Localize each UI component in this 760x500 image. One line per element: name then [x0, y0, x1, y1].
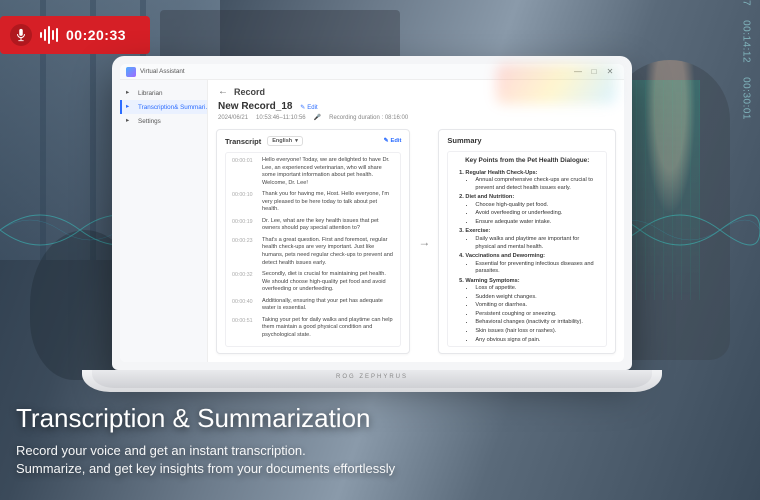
- summary-section: Regular Health Check-Ups:Annual comprehe…: [465, 170, 599, 193]
- transcript-text: That's a great question. First and forem…: [262, 237, 394, 267]
- transcript-text: Additionally, ensuring that your pet has…: [262, 298, 394, 313]
- recording-elapsed-time: 00:20:33: [66, 27, 126, 43]
- summary-bullet: Behavioral changes (inactivity or irrita…: [475, 319, 599, 327]
- overlay-line-2: Summarize, and get key insights from you…: [16, 461, 395, 476]
- transcript-body[interactable]: 00:00:01Hello everyone! Today, we are de…: [225, 152, 401, 347]
- transcript-text: Taking your pet for daily walks and play…: [262, 317, 394, 340]
- laptop-screen-frame: Virtual Assistant — □ ✕ ▸Librarian▸Trans…: [112, 56, 632, 370]
- sidebar-item-label: Librarian: [138, 90, 163, 97]
- transcript-timestamp: 00:00:32: [232, 271, 256, 294]
- pencil-icon: [384, 138, 389, 144]
- pencil-icon: [300, 104, 305, 111]
- gear-icon: ▸: [126, 117, 134, 125]
- transcript-pane: Transcript English ▾ Edit 00:00:01Hello …: [216, 129, 410, 354]
- sidebar-item-librarian[interactable]: ▸ Librarian: [120, 86, 207, 100]
- transcript-timestamp: 00:00:10: [232, 191, 256, 214]
- microphone-icon: [10, 24, 32, 46]
- app-window: Virtual Assistant — □ ✕ ▸Librarian▸Trans…: [120, 64, 624, 362]
- transcript-text: Dr. Lee, what are the key health issues …: [262, 218, 394, 233]
- rename-button[interactable]: Edit: [300, 104, 317, 111]
- transcript-timestamp: 00:00:51: [232, 317, 256, 340]
- overlay-text: Transcription & Summarization Record you…: [16, 403, 395, 478]
- transcript-row: 00:00:40 Additionally, ensuring that your…: [232, 298, 394, 313]
- sidebar: ▸ Librarian ▸ Transcription& Summari… ▸ Setti…: [120, 80, 208, 362]
- transcript-timestamp: 00:00:40: [232, 298, 256, 313]
- summary-section: Immediate Medical Attention:: [465, 346, 599, 347]
- transcript-title: Transcript: [225, 137, 261, 146]
- transcript-row: 00:00:01Hello everyone! Today, we are de…: [232, 157, 394, 187]
- decor-timestamp: 00:30:01: [741, 77, 752, 120]
- summary-title: Summary: [447, 136, 481, 145]
- summary-bullet: Avoid overfeeding or underfeeding.: [475, 210, 599, 218]
- transcript-edit-button[interactable]: Edit: [384, 138, 402, 144]
- chevron-down-icon: ▾: [295, 138, 298, 144]
- summary-bullet: Vomiting or diarrhea.: [475, 302, 599, 310]
- transcript-timestamp: 00:00:23: [232, 237, 256, 267]
- sidebar-item-label: Transcription& Summari…: [138, 104, 207, 111]
- decor-timestamp: 00:14:12: [741, 20, 752, 63]
- laptop: Virtual Assistant — □ ✕ ▸Librarian▸Trans…: [112, 56, 632, 410]
- summary-heading: Key Points from the Pet Health Dialogue:: [455, 157, 599, 166]
- overlay-line-1: Record your voice and get an instant tra…: [16, 443, 306, 458]
- record-duration: 08:16:00: [385, 115, 408, 121]
- summary-bullet: Essential for preventing infectious dise…: [475, 261, 599, 276]
- record-time-range: 10:53:46–11:10:56: [256, 115, 306, 121]
- transcript-text: Hello everyone! Today, we are delighted …: [262, 157, 394, 187]
- summary-body[interactable]: Key Points from the Pet Health Dialogue:…: [447, 151, 607, 347]
- app-logo-icon: [126, 67, 136, 77]
- main-panel: ← Record New Record_18 Edit 2024/06/21 1…: [208, 80, 624, 362]
- summary-section: Diet and Nutrition:Choose high-quality p…: [465, 194, 599, 226]
- summary-bullet: Any obvious signs of pain.: [475, 337, 599, 345]
- overlay-heading: Transcription & Summarization: [16, 403, 395, 434]
- promo-stage: 00:20:33 00:16:0900:18:3800:20:2701:26:2…: [0, 0, 760, 500]
- summary-bullet: Ensure adequate water intake.: [475, 219, 599, 227]
- record-name: New Record_18: [218, 101, 292, 112]
- summary-bullet: Choose high-quality pet food.: [475, 202, 599, 210]
- mic-small-icon: 🎤: [314, 114, 321, 121]
- sidebar-item-transcription-summari-[interactable]: ▸ Transcription& Summari…: [120, 100, 207, 114]
- summary-section: Exercise:Daily walks and playtime are im…: [465, 228, 599, 251]
- summary-bullet: Daily walks and playtime are important f…: [475, 236, 599, 251]
- sidebar-item-label: Settings: [138, 118, 161, 125]
- page-title: Record: [234, 87, 265, 97]
- summary-pane: Summary Key Points from the Pet Health D…: [438, 129, 616, 354]
- transcript-row: 00:00:32 Secondly, diet is crucial for ma…: [232, 271, 394, 294]
- summary-bullet: Annual comprehensive check-ups are cruci…: [475, 177, 599, 192]
- decor-timestamp: 01:26:27: [741, 0, 752, 6]
- transcript-row: 00:00:10 Thank you for having me, Host. H…: [232, 191, 394, 214]
- transcript-row: 00:00:51 Taking your pet for daily walks …: [232, 317, 394, 340]
- sidebar-item-settings[interactable]: ▸ Settings: [120, 114, 207, 128]
- transcript-row: 00:00:23That's a great question. First a…: [232, 237, 394, 267]
- laptop-base: ROG ZEPHYRUS: [82, 370, 662, 392]
- summary-bullet: Persistent coughing or sneezing.: [475, 311, 599, 319]
- screen-glare: [496, 64, 616, 104]
- window-title: Virtual Assistant: [140, 68, 185, 75]
- recording-badge: 00:20:33: [0, 16, 150, 54]
- transcript-timestamp: 00:00:01: [232, 157, 256, 187]
- record-date: 2024/06/21: [218, 115, 248, 121]
- back-button[interactable]: ←: [218, 86, 228, 97]
- summary-bullet: Loss of appetite.: [475, 285, 599, 293]
- summary-bullet: Sudden weight changes.: [475, 294, 599, 302]
- transcript-text: Thank you for having me, Host. Hello eve…: [262, 191, 394, 214]
- books-icon: ▸: [126, 89, 134, 97]
- doc-icon: ▸: [126, 103, 134, 111]
- summary-section: Warning Symptoms:Loss of appetite.Sudden…: [465, 278, 599, 344]
- transcript-text: Secondly, diet is crucial for maintainin…: [262, 271, 394, 294]
- arrow-right-icon: →: [416, 235, 432, 249]
- summary-bullet: Skin issues (hair loss or rashes).: [475, 328, 599, 336]
- language-select[interactable]: English ▾: [267, 136, 303, 146]
- timeline-timestamps-decor: 00:16:0900:18:3800:20:2701:26:2700:14:12…: [741, 0, 752, 120]
- transcript-row: 00:00:19 Dr. Lee, what are the key health…: [232, 218, 394, 233]
- summary-section: Vaccinations and Deworming:Essential for…: [465, 253, 599, 276]
- transcript-timestamp: 00:00:19: [232, 218, 256, 233]
- recording-wave-icon: [40, 26, 58, 44]
- laptop-brand-label: ROG ZEPHYRUS: [336, 374, 408, 380]
